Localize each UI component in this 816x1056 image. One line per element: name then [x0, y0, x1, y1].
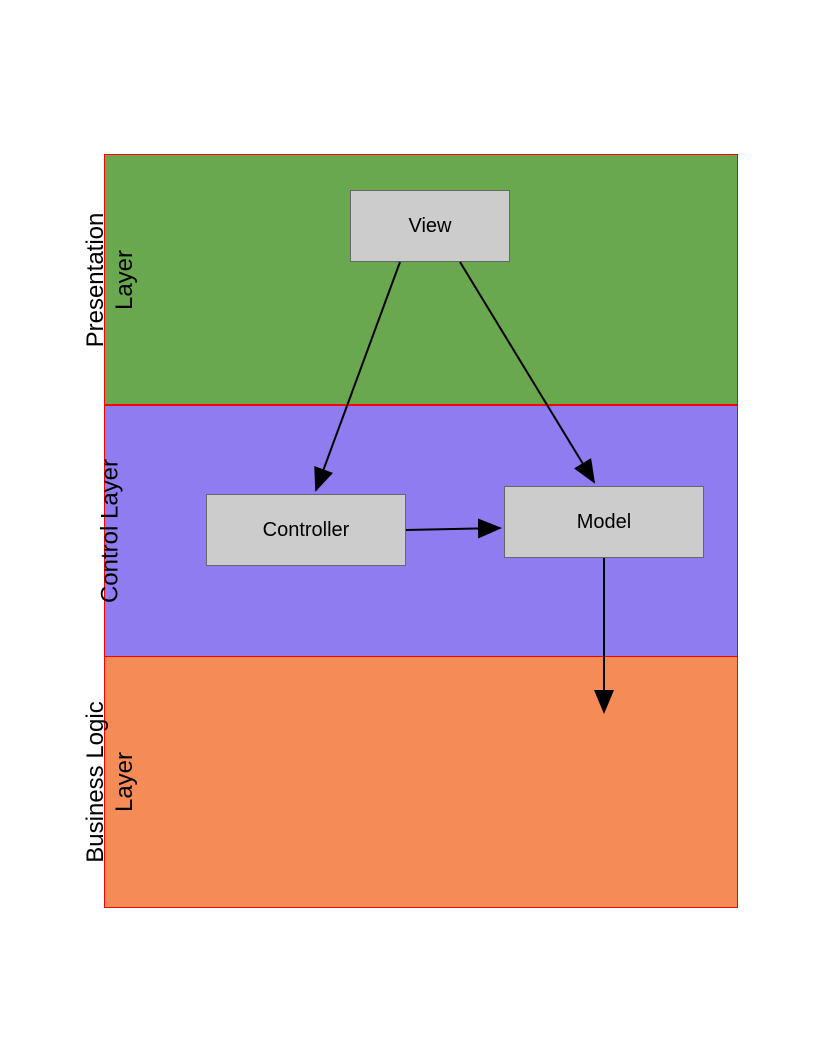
business-logic-layer: Business LogicLayer	[104, 656, 738, 908]
view-node: View	[350, 190, 510, 262]
layer-label-line1: PresentationLayer	[82, 212, 138, 347]
view-node-label: View	[409, 215, 452, 238]
controller-node: Controller	[206, 494, 406, 566]
business-logic-layer-label: Business LogicLayer	[82, 642, 140, 922]
model-node-label: Model	[577, 511, 631, 534]
architecture-diagram: PresentationLayer Control Layer Business…	[104, 154, 738, 908]
layer-label-text: Business LogicLayer	[82, 701, 138, 862]
model-node: Model	[504, 486, 704, 558]
presentation-layer-label: PresentationLayer	[82, 140, 140, 420]
control-layer-label: Control Layer	[97, 391, 126, 671]
controller-node-label: Controller	[263, 519, 350, 542]
